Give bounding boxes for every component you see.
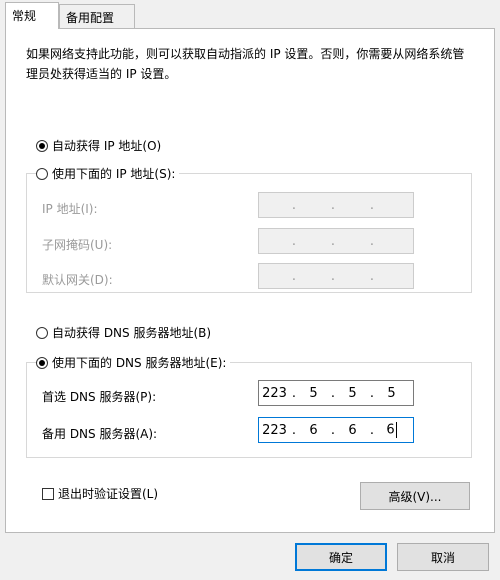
- advanced-button[interactable]: 高级(V)...: [360, 482, 470, 510]
- tab-general-label: 常规: [12, 9, 37, 23]
- text-caret: [395, 422, 397, 438]
- tab-general[interactable]: 常规: [5, 2, 59, 29]
- ok-button[interactable]: 确定: [295, 543, 387, 571]
- radio-manual-ip[interactable]: 使用下面的 IP 地址(S):: [36, 165, 180, 182]
- validate-on-exit[interactable]: 退出时验证设置(L): [42, 485, 158, 502]
- subnet-mask-label: 子网掩码(U):: [42, 238, 113, 252]
- description-text: 如果网络支持此功能，则可以获取自动指派的 IP 设置。否则，你需要从网络系统管理…: [26, 47, 465, 81]
- ip-address-label: IP 地址(I):: [42, 202, 98, 216]
- alternate-dns-input[interactable]: 223. 6. 6. 6: [258, 417, 414, 443]
- radio-manual-dns-label: 使用下面的 DNS 服务器地址(E):: [52, 356, 227, 370]
- radio-manual-ip-label: 使用下面的 IP 地址(S):: [52, 167, 176, 181]
- default-gateway-label: 默认网关(D):: [42, 273, 113, 287]
- default-gateway-input[interactable]: . . .: [258, 263, 414, 289]
- tab-alternate-configuration[interactable]: 备用配置: [59, 4, 135, 28]
- radio-auto-ip-label: 自动获得 IP 地址(O): [52, 139, 162, 153]
- cancel-button[interactable]: 取消: [397, 543, 489, 571]
- tab-alternate-label: 备用配置: [66, 11, 115, 25]
- radio-auto-ip-circle[interactable]: [36, 139, 48, 152]
- radio-auto-dns-label: 自动获得 DNS 服务器地址(B): [52, 326, 212, 340]
- radio-manual-dns[interactable]: 使用下面的 DNS 服务器地址(E):: [36, 354, 231, 371]
- ip-address-input[interactable]: . . .: [258, 192, 414, 218]
- preferred-dns-label: 首选 DNS 服务器(P):: [42, 390, 157, 404]
- preferred-dns-input[interactable]: 223. 5. 5. 5: [258, 380, 414, 406]
- radio-selected-dot: [39, 359, 45, 366]
- radio-selected-dot: [39, 142, 45, 149]
- radio-manual-dns-circle[interactable]: [36, 356, 48, 369]
- radio-auto-dns[interactable]: 自动获得 DNS 服务器地址(B): [36, 324, 211, 341]
- radio-auto-ip[interactable]: 自动获得 IP 地址(O): [36, 137, 161, 154]
- radio-manual-ip-circle[interactable]: [36, 167, 48, 180]
- dns-manual-group: [26, 362, 472, 458]
- radio-auto-dns-circle[interactable]: [36, 326, 48, 339]
- alternate-dns-label: 备用 DNS 服务器(A):: [42, 427, 158, 441]
- validate-on-exit-checkbox[interactable]: [42, 487, 54, 500]
- subnet-mask-input[interactable]: . . .: [258, 228, 414, 254]
- validate-on-exit-label: 退出时验证设置(L): [58, 487, 159, 501]
